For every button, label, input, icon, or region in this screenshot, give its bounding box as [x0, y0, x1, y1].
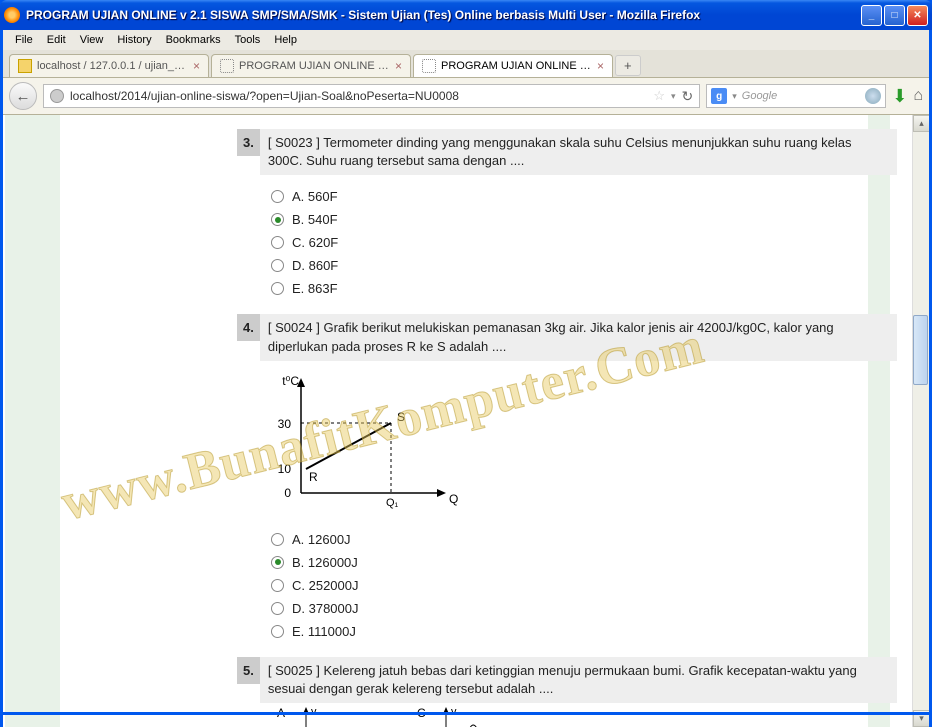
tab-2-label: PROGRAM UJIAN ONLINE v 2.1 SISWA S... — [441, 60, 592, 72]
radio-icon[interactable] — [271, 282, 284, 295]
bookmark-star-icon[interactable]: ☆ — [653, 88, 665, 104]
radio-icon[interactable] — [271, 579, 284, 592]
tab-0-label: localhost / 127.0.0.1 / ujian_siswadb | … — [37, 60, 188, 72]
question-number: 4. — [237, 314, 260, 341]
q3-option-d[interactable]: D. 860F — [271, 254, 897, 277]
question-text: [ S0024 ] Grafik berikut melukiskan pema… — [260, 314, 897, 360]
radio-icon[interactable] — [271, 625, 284, 638]
menu-history[interactable]: History — [111, 32, 157, 48]
radio-icon[interactable] — [271, 259, 284, 272]
svg-text:Q: Q — [449, 492, 458, 506]
q4-option-a[interactable]: A. 12600J — [271, 528, 897, 551]
tabbar: localhost / 127.0.0.1 / ujian_siswadb | … — [3, 50, 929, 78]
y-axis-label: t⁰C — [282, 374, 299, 388]
menu-help[interactable]: Help — [268, 32, 303, 48]
back-button[interactable]: ← — [9, 82, 37, 110]
url-bar[interactable]: localhost/2014/ujian-online-siswa/?open=… — [43, 84, 700, 108]
q3-option-c[interactable]: C. 620F — [271, 231, 897, 254]
close-icon[interactable]: × — [193, 59, 200, 73]
tab-2[interactable]: PROGRAM UJIAN ONLINE v 2.1 SISWA S... × — [413, 54, 613, 77]
window-title: PROGRAM UJIAN ONLINE v 2.1 SISWA SMP/SMA… — [26, 8, 861, 22]
svg-text:Q₁: Q₁ — [386, 497, 399, 509]
q3-option-a[interactable]: A. 560F — [271, 185, 897, 208]
phpmyadmin-icon — [18, 59, 32, 73]
search-go-icon[interactable] — [865, 88, 881, 104]
radio-icon[interactable] — [271, 190, 284, 203]
mini-graph-a: A v — [271, 703, 331, 727]
home-icon[interactable]: ⌂ — [913, 87, 923, 105]
question-number: 3. — [237, 129, 260, 156]
menubar: File Edit View History Bookmarks Tools H… — [3, 30, 929, 50]
close-button[interactable]: ✕ — [907, 5, 928, 26]
window-titlebar: PROGRAM UJIAN ONLINE v 2.1 SISWA SMP/SMA… — [0, 0, 932, 30]
maximize-button[interactable]: □ — [884, 5, 905, 26]
q4-option-b[interactable]: B. 126000J — [271, 551, 897, 574]
q3-option-b[interactable]: B. 540F — [271, 208, 897, 231]
google-icon: g — [711, 88, 727, 104]
page-icon — [220, 59, 234, 73]
question-3: 3. [ S0023 ] Termometer dinding yang men… — [237, 129, 897, 300]
svg-text:S: S — [397, 410, 405, 424]
svg-text:10: 10 — [278, 462, 292, 476]
search-placeholder: Google — [742, 90, 860, 102]
url-text: localhost/2014/ujian-online-siswa/?open=… — [70, 89, 647, 103]
question-4-options: A. 12600J B. 126000J C. 252000J D. 37800… — [271, 528, 897, 643]
downloads-icon[interactable]: ⬇ — [892, 86, 907, 107]
svg-text:R: R — [309, 470, 318, 484]
q4-option-c[interactable]: C. 252000J — [271, 574, 897, 597]
svg-text:0: 0 — [284, 486, 291, 500]
question-5-graphs: A v C v — [271, 703, 897, 727]
question-text: [ S0025 ] Kelereng jatuh bebas dari keti… — [260, 657, 897, 703]
vertical-scrollbar[interactable]: ▴ ▾ — [912, 115, 929, 727]
radio-icon[interactable] — [271, 533, 284, 546]
page-icon — [422, 59, 436, 73]
search-engine-dropdown-icon[interactable]: ▾ — [732, 91, 737, 102]
search-box[interactable]: g ▾ Google — [706, 84, 886, 108]
page-viewport: 3. [ S0023 ] Termometer dinding yang men… — [3, 115, 929, 727]
scroll-thumb[interactable] — [913, 315, 928, 385]
navbar: ← localhost/2014/ujian-online-siswa/?ope… — [3, 78, 929, 115]
menu-file[interactable]: File — [9, 32, 39, 48]
menu-edit[interactable]: Edit — [41, 32, 72, 48]
new-tab-button[interactable]: + — [615, 55, 641, 76]
close-icon[interactable]: × — [395, 59, 402, 73]
tab-1[interactable]: PROGRAM UJIAN ONLINE v 2.1 SISWA S... × — [211, 54, 411, 77]
tab-0[interactable]: localhost / 127.0.0.1 / ujian_siswadb | … — [9, 54, 209, 77]
question-5: 5. [ S0025 ] Kelereng jatuh bebas dari k… — [237, 657, 897, 727]
question-4-graph: 0 10 30 t⁰C Q R S Q₁ — [271, 373, 897, 516]
exam-content: 3. [ S0023 ] Termometer dinding yang men… — [237, 115, 897, 727]
question-4: 4. [ S0024 ] Grafik berikut melukiskan p… — [237, 314, 897, 642]
url-dropdown-icon[interactable]: ▾ — [671, 91, 676, 102]
close-icon[interactable]: × — [597, 59, 604, 73]
svg-text:30: 30 — [278, 417, 292, 431]
question-3-options: A. 560F B. 540F C. 620F D. 860F E. 863F — [271, 185, 897, 300]
q4-option-d[interactable]: D. 378000J — [271, 597, 897, 620]
minimize-button[interactable]: _ — [861, 5, 882, 26]
reload-icon[interactable]: ↻ — [682, 88, 694, 105]
left-margin — [5, 115, 60, 727]
q4-option-e[interactable]: E. 111000J — [271, 620, 897, 643]
radio-icon[interactable] — [271, 602, 284, 615]
radio-icon[interactable] — [271, 236, 284, 249]
radio-icon[interactable] — [271, 556, 284, 569]
tab-1-label: PROGRAM UJIAN ONLINE v 2.1 SISWA S... — [239, 60, 390, 72]
question-text: [ S0023 ] Termometer dinding yang menggu… — [260, 129, 897, 175]
scroll-up-button[interactable]: ▴ — [913, 115, 929, 132]
firefox-icon — [4, 7, 20, 23]
menu-view[interactable]: View — [74, 32, 110, 48]
mini-graph-c: C v — [411, 703, 491, 727]
radio-icon[interactable] — [271, 213, 284, 226]
question-number: 5. — [237, 657, 260, 684]
menu-tools[interactable]: Tools — [229, 32, 267, 48]
globe-icon — [50, 89, 64, 103]
menu-bookmarks[interactable]: Bookmarks — [160, 32, 227, 48]
q3-option-e[interactable]: E. 863F — [271, 277, 897, 300]
